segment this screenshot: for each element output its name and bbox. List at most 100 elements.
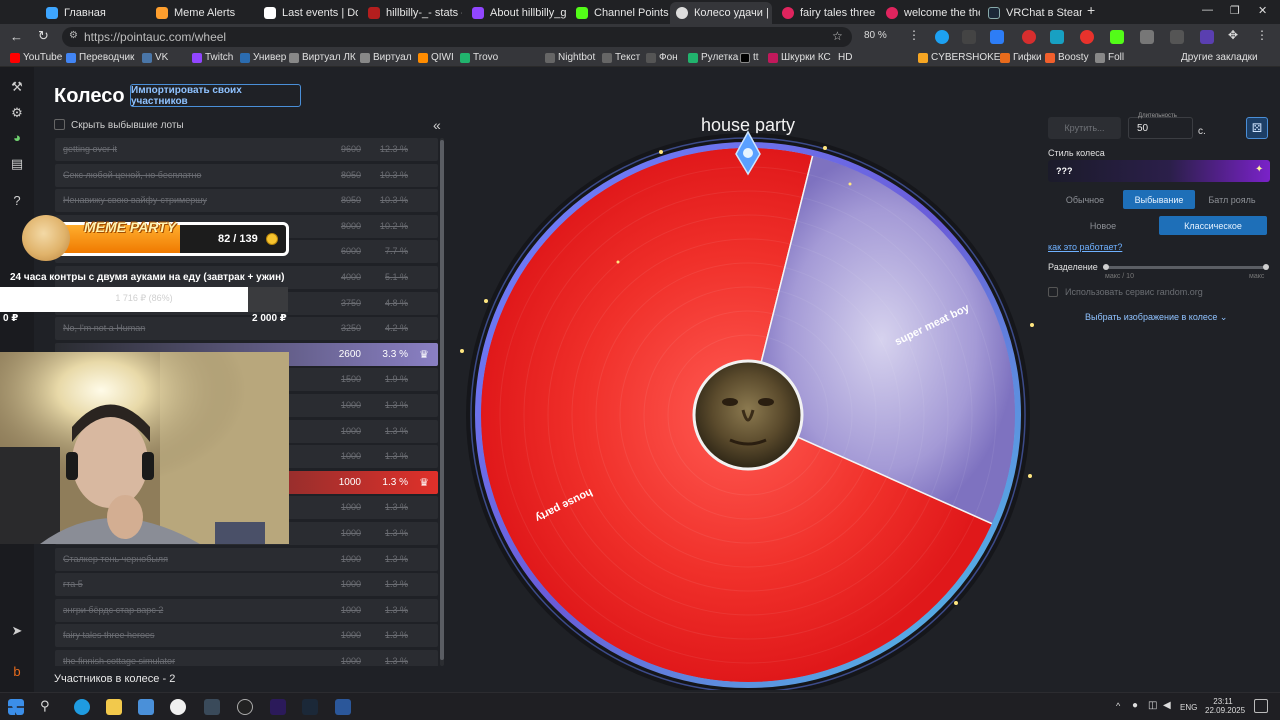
lot-row[interactable]: Сталкер тень чернобыля 1000 1.3 % — [55, 547, 438, 571]
extension-icon[interactable] — [1022, 30, 1036, 44]
zoom-indicator[interactable]: 80 % — [864, 30, 887, 41]
calculator-icon[interactable] — [138, 699, 154, 715]
hide-out-lots-checkbox[interactable] — [54, 119, 65, 130]
telegram-icon[interactable]: ➤ — [9, 623, 25, 639]
wheel-image-select[interactable]: Выбрать изображение в колесе ⌄ — [1085, 312, 1227, 323]
bookmark-item[interactable]: VK — [142, 52, 168, 63]
boosty-icon[interactable]: b — [9, 664, 25, 680]
lot-row[interactable]: getting over it 9600 12.3 % — [55, 138, 438, 161]
history-icon[interactable]: ▤ — [9, 156, 25, 172]
bookmark-item[interactable]: Универ — [240, 52, 286, 63]
bookmark-item[interactable]: HD — [838, 52, 852, 63]
lot-row[interactable]: No, I'm not a Human 3250 4.2 % — [55, 317, 438, 341]
bookmark-item[interactable]: QIWI — [418, 52, 454, 63]
lot-row[interactable]: Секс любой ценой, но бесплатно 8050 10.3 % — [55, 163, 438, 187]
lot-row[interactable]: энгри бёрдс стар варс 2 1000 1.3 % — [55, 598, 438, 622]
menu-dots-icon[interactable]: ⋮ — [908, 28, 920, 42]
how-it-works-link[interactable]: как это работает? — [1048, 242, 1122, 252]
explorer-icon[interactable] — [106, 699, 122, 715]
yandex-browser-icon[interactable] — [170, 699, 186, 715]
close-window-icon[interactable]: ✕ — [1258, 4, 1267, 17]
volume-icon[interactable]: ◀ — [1163, 700, 1171, 711]
tab-6-active[interactable]: Колесо удачи |✕ — [670, 2, 772, 24]
spin-button[interactable]: Крутить... — [1048, 117, 1121, 139]
auction-gavel-icon[interactable]: ⚒ — [9, 79, 25, 95]
wheel-style-select[interactable]: ??? — [1048, 160, 1270, 182]
wheel[interactable]: house partysuper meat boy — [460, 130, 1036, 690]
tab-2[interactable]: Last events | Dona — [258, 2, 358, 24]
bookmark-item[interactable]: Текст — [602, 52, 640, 63]
bookmark-item[interactable]: Шкурки КС — [768, 52, 831, 63]
bookmark-item[interactable]: Виртуал ЛК — [289, 52, 356, 63]
bookmark-item[interactable]: Boosty — [1045, 52, 1089, 63]
bookmark-item[interactable]: Trovo — [460, 52, 498, 63]
settings-gear-icon[interactable]: ⚙ — [9, 105, 25, 121]
extension-icon[interactable] — [1110, 30, 1124, 44]
wheel-icon[interactable]: ◕ — [9, 130, 25, 146]
bookmark-item[interactable]: Foll — [1095, 52, 1124, 63]
bookmark-item[interactable]: CYBERSHOKE — [918, 52, 1000, 63]
bookmark-item[interactable]: Переводчик — [66, 52, 134, 63]
split-slider-track[interactable] — [1103, 266, 1268, 269]
network-icon[interactable]: ◫ — [1148, 700, 1157, 711]
clock[interactable]: 23:11 22.09.2025 — [1205, 697, 1245, 715]
mode-normal-button[interactable]: Обычное — [1048, 190, 1122, 209]
bookmark-item[interactable]: Twitch — [192, 52, 233, 63]
site-info-icon[interactable]: ⚙ — [69, 30, 78, 41]
tab-5[interactable]: Channel Points - K — [570, 2, 670, 24]
extension-icon[interactable] — [1170, 30, 1184, 44]
keyboard-language[interactable]: ENG — [1180, 703, 1197, 712]
collapse-panel-icon[interactable]: « — [433, 117, 441, 133]
bookmark-item[interactable]: YouTube — [10, 52, 62, 63]
app-icon[interactable] — [204, 699, 220, 715]
browser-menu-icon[interactable]: ⋮ — [1256, 28, 1268, 42]
lot-row[interactable]: the finnish cottage simulator 1000 1.3 % — [55, 650, 438, 666]
tab-9[interactable]: VRChat в Steam — [982, 2, 1082, 24]
help-icon[interactable]: ? — [9, 193, 25, 209]
extension-icon[interactable] — [990, 30, 1004, 44]
bookmark-item[interactable]: Гифки — [1000, 52, 1042, 63]
tab-8[interactable]: welcome the the v — [880, 2, 980, 24]
mode-elimination-button[interactable]: Выбывание — [1123, 190, 1195, 209]
mode-battle-royale-button[interactable]: Батл рояль — [1196, 190, 1268, 209]
tab-7[interactable]: fairy tales three — — [776, 2, 876, 24]
extension-icon[interactable] — [962, 30, 976, 44]
split-slider-handle-max[interactable] — [1263, 264, 1269, 270]
minimize-icon[interactable]: — — [1202, 4, 1213, 16]
notifications-icon[interactable] — [1254, 699, 1268, 713]
audition-icon[interactable] — [270, 699, 286, 715]
lots-scrollbar-thumb[interactable] — [440, 140, 444, 660]
restore-icon[interactable]: ❐ — [1230, 4, 1240, 17]
word-icon[interactable] — [335, 699, 351, 715]
reload-icon[interactable]: ↻ — [38, 28, 49, 44]
tab-0[interactable]: Главная — [40, 2, 150, 24]
crown-icon[interactable]: ♛ — [419, 348, 429, 361]
extension-icon[interactable] — [1050, 30, 1064, 44]
extension-icon[interactable] — [1140, 30, 1154, 44]
mic-icon[interactable]: ● — [1132, 700, 1138, 711]
split-slider-handle-min[interactable] — [1103, 264, 1109, 270]
lot-row[interactable]: гта 5 1000 1.3 % — [55, 573, 438, 597]
edge-icon[interactable] — [74, 699, 90, 715]
extension-icon[interactable] — [935, 30, 949, 44]
bookmark-star-icon[interactable]: ☆ — [832, 29, 843, 43]
extension-icon[interactable] — [1080, 30, 1094, 44]
bookmark-item[interactable]: tt — [740, 52, 759, 63]
import-participants-button[interactable]: Импортировать своих участников — [130, 84, 301, 107]
tab-1[interactable]: Meme Alerts — [150, 2, 254, 24]
duration-input[interactable]: 50 — [1128, 117, 1193, 139]
submode-new-button[interactable]: Новое — [1048, 216, 1158, 235]
bookmark-item[interactable]: Nightbot — [545, 52, 595, 63]
random-org-checkbox[interactable] — [1048, 287, 1058, 297]
steam-taskbar-icon[interactable] — [302, 699, 318, 715]
lot-row[interactable]: fairy tales three heroes 1000 1.3 % — [55, 624, 438, 648]
new-tab-icon[interactable]: + — [1087, 2, 1095, 18]
other-bookmarks[interactable]: Другие закладки — [1181, 52, 1258, 63]
bookmark-item[interactable]: Виртуал — [360, 52, 412, 63]
url-input[interactable]: ⚙ https://pointauc.com/wheel ☆ — [62, 27, 852, 47]
bookmark-item[interactable]: Рулетка — [688, 52, 738, 63]
tray-chevron-icon[interactable]: ^ — [1116, 701, 1120, 711]
search-icon[interactable]: ⚲ — [40, 698, 50, 714]
extension-icon[interactable] — [1200, 30, 1214, 44]
tab-3[interactable]: hillbilly-_- stats - F — [362, 2, 462, 24]
